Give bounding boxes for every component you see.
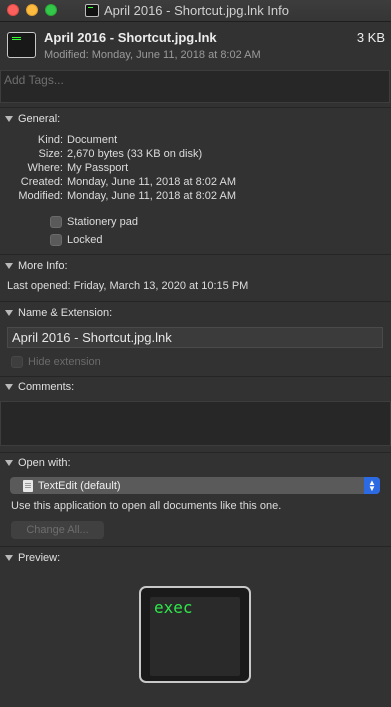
section-heading: Open with: xyxy=(18,457,71,469)
zoom-button[interactable] xyxy=(45,4,57,16)
checkbox-label: Hide extension xyxy=(28,356,101,368)
info-key: Size: xyxy=(38,148,63,160)
info-value: My Passport xyxy=(67,162,129,174)
preview-text: exec xyxy=(154,598,193,617)
section-general[interactable]: General: xyxy=(5,113,60,125)
open-with-help: Use this application to open all documen… xyxy=(11,500,282,512)
window-title-group: April 2016 - Shortcut.jpg.lnk Info xyxy=(85,3,289,18)
locked-checkbox[interactable]: Locked xyxy=(50,234,102,246)
disclosure-triangle-icon[interactable] xyxy=(5,384,13,390)
divider xyxy=(0,301,391,302)
section-more-info[interactable]: More Info: xyxy=(5,260,68,272)
close-button[interactable] xyxy=(7,4,19,16)
info-header: April 2016 - Shortcut.jpg.lnk 3 KB Modif… xyxy=(0,23,391,67)
checkbox-label: Locked xyxy=(67,234,103,246)
section-preview[interactable]: Preview: xyxy=(5,552,60,564)
section-heading: Preview: xyxy=(18,552,61,564)
popup-chevron-icon[interactable]: ▲ ▼ xyxy=(364,477,380,494)
window-title: April 2016 - Shortcut.jpg.lnk Info xyxy=(104,3,289,18)
section-heading: More Info: xyxy=(18,260,68,272)
info-key: Modified: xyxy=(18,190,63,202)
tags-field[interactable]: Add Tags... xyxy=(0,70,390,103)
divider xyxy=(0,254,391,255)
info-key: Kind: xyxy=(37,134,63,146)
info-key: Created: xyxy=(20,176,63,188)
last-opened: Last opened: Friday, March 13, 2020 at 1… xyxy=(7,280,249,292)
checkbox-box[interactable] xyxy=(50,234,62,246)
info-row-kind: Kind: Document xyxy=(0,134,391,148)
file-size: 3 KB xyxy=(356,30,385,45)
divider xyxy=(0,376,391,377)
name-field[interactable]: April 2016 - Shortcut.jpg.lnk xyxy=(7,327,383,348)
info-value: Monday, June 11, 2018 at 8:02 AM xyxy=(67,190,236,202)
disclosure-triangle-icon[interactable] xyxy=(5,460,13,466)
terminal-document-icon xyxy=(85,4,99,17)
info-row-created: Created: Monday, June 11, 2018 at 8:02 A… xyxy=(0,176,391,190)
change-all-button[interactable]: Change All... xyxy=(11,521,104,539)
stationery-pad-checkbox[interactable]: Stationery pad xyxy=(50,216,138,228)
title-bar: April 2016 - Shortcut.jpg.lnk Info xyxy=(0,0,391,22)
info-row-size: Size: 2,670 bytes (33 KB on disk) xyxy=(0,148,391,162)
divider xyxy=(0,107,391,108)
disclosure-triangle-icon[interactable] xyxy=(5,263,13,269)
checkbox-box[interactable] xyxy=(50,216,62,228)
section-name-extension[interactable]: Name & Extension: xyxy=(5,307,112,319)
comments-field[interactable] xyxy=(0,401,391,446)
info-row-modified: Modified: Monday, June 11, 2018 at 8:02 … xyxy=(0,190,391,204)
disclosure-triangle-icon[interactable] xyxy=(5,555,13,561)
info-key: Where: xyxy=(27,162,63,174)
section-heading: General: xyxy=(18,113,61,125)
info-value: Document xyxy=(67,134,118,146)
divider xyxy=(0,452,391,453)
checkbox-box[interactable] xyxy=(11,356,23,368)
checkbox-label: Stationery pad xyxy=(67,216,138,228)
hide-extension-checkbox[interactable]: Hide extension xyxy=(11,356,101,368)
textedit-icon xyxy=(23,479,33,492)
selected-app: TextEdit (default) xyxy=(38,479,121,492)
file-name: April 2016 - Shortcut.jpg.lnk xyxy=(44,30,217,45)
disclosure-triangle-icon[interactable] xyxy=(5,116,13,122)
minimize-button[interactable] xyxy=(26,4,38,16)
section-comments[interactable]: Comments: xyxy=(5,381,74,393)
section-heading: Name & Extension: xyxy=(18,307,113,319)
file-modified: Modified: Monday, June 11, 2018 at 8:02 … xyxy=(44,49,261,61)
disclosure-triangle-icon[interactable] xyxy=(5,310,13,316)
preview-thumbnail[interactable]: exec xyxy=(139,586,251,683)
info-value: Monday, June 11, 2018 at 8:02 AM xyxy=(67,176,236,188)
terminal-document-icon[interactable] xyxy=(7,32,36,58)
info-value: 2,670 bytes (33 KB on disk) xyxy=(67,148,203,160)
info-row-where: Where: My Passport xyxy=(0,162,391,176)
section-heading: Comments: xyxy=(18,381,75,393)
divider xyxy=(0,546,391,547)
open-with-popup[interactable]: TextEdit (default) ▲ ▼ xyxy=(10,477,380,494)
section-open-with[interactable]: Open with: xyxy=(5,457,71,469)
